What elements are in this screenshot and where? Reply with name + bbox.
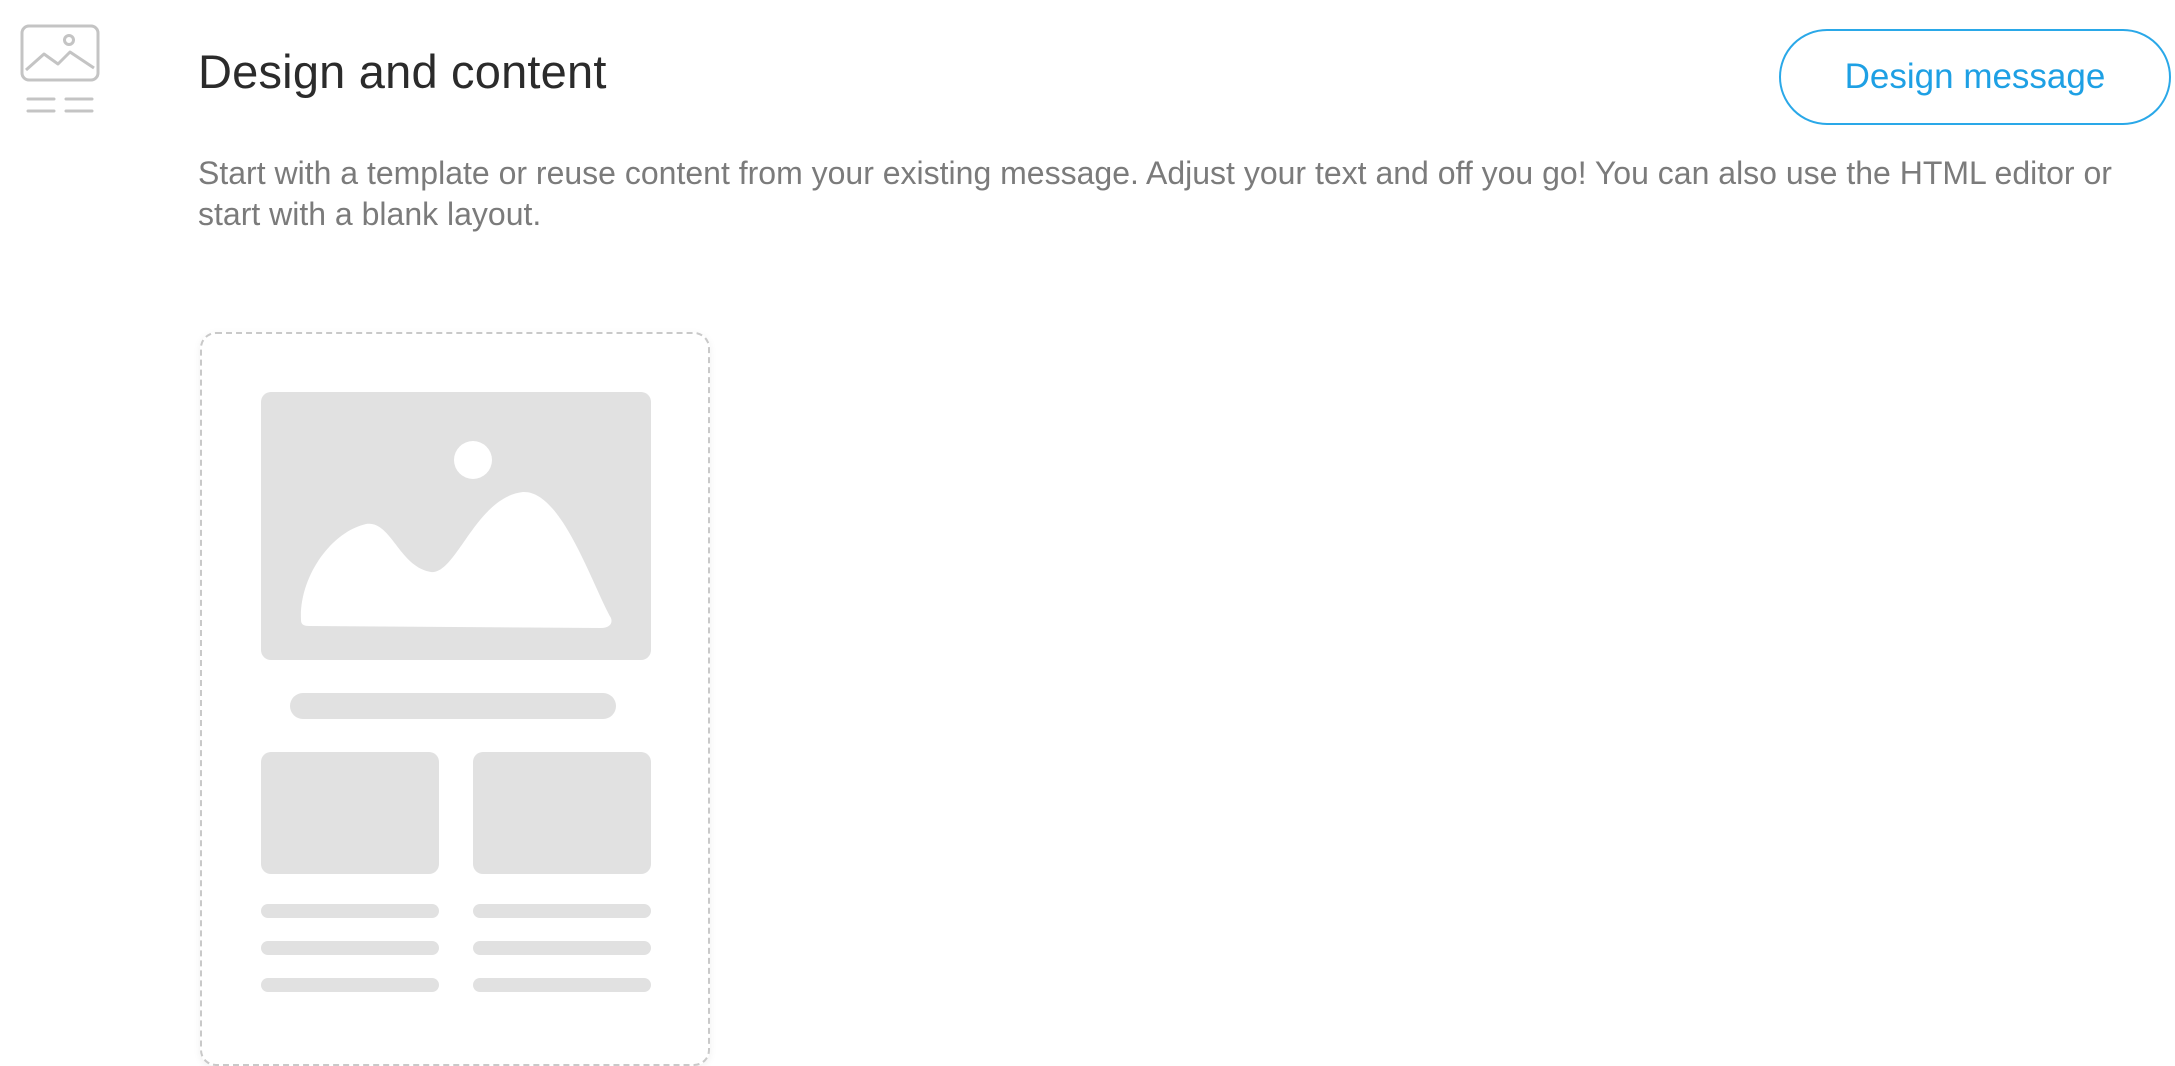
text-line-placeholder [473,941,651,955]
image-placeholder [261,392,651,660]
section-title: Design and content [198,45,607,98]
section-description: Start with a template or reuse content f… [198,155,2112,232]
text-line-placeholder [261,941,439,955]
design-content-icon [20,24,100,120]
design-message-button[interactable]: Design message [1779,29,2171,125]
text-line-placeholder [473,978,651,992]
heading-placeholder [290,693,616,719]
text-line-placeholder [473,904,651,918]
text-line-placeholder [261,978,439,992]
image-placeholder-icon [300,441,612,628]
column-right-placeholder [473,752,651,874]
blank-layout-card[interactable] [200,332,710,1066]
text-line-placeholder [261,904,439,918]
column-left-placeholder [261,752,439,874]
